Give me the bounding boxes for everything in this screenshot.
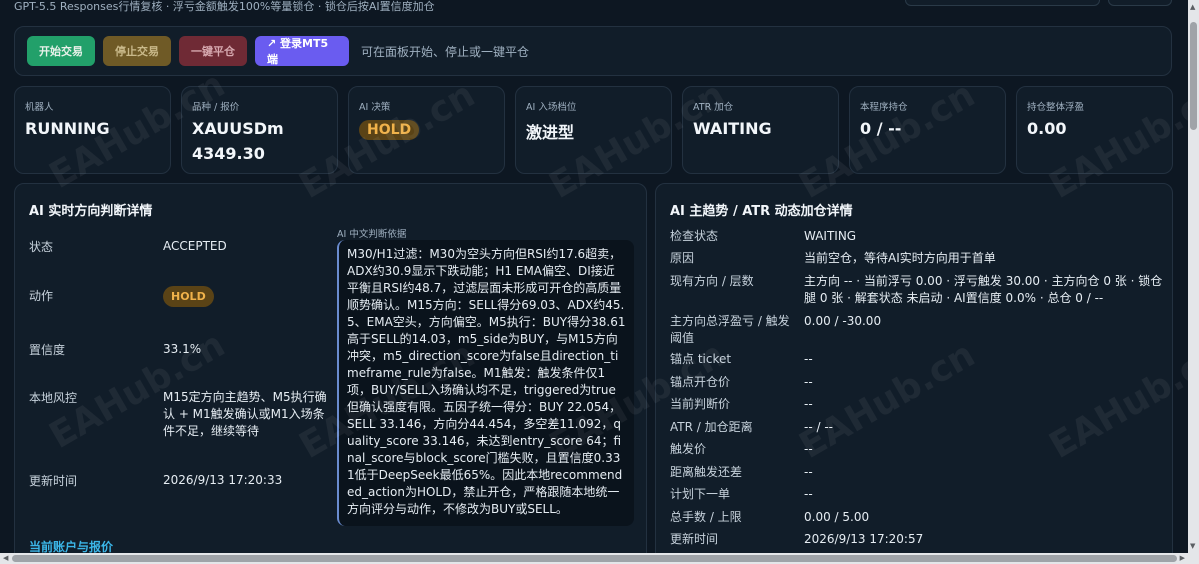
hold-badge: HOLD xyxy=(359,120,420,140)
login-mt5-button[interactable]: ↗ 登录MT5端 xyxy=(255,36,349,66)
row-label: 总手数 / 上限 xyxy=(670,510,742,524)
update-time-value: 2026/9/13 17:20:33 xyxy=(163,473,283,487)
stat-label: 本程序持仓 xyxy=(860,102,908,113)
horizontal-scrollbar[interactable]: ◀ ▶ xyxy=(0,553,1188,564)
scroll-down-icon[interactable]: ▼ xyxy=(1190,542,1195,550)
row-value: -- xyxy=(804,375,813,389)
close-all-button[interactable]: 一键平仓 xyxy=(179,36,247,66)
page-subtitle: GPT-5.5 Responses行情复核 · 浮亏金额触发100%等量锁仓 ·… xyxy=(14,0,435,13)
row-value: 0.00 / 5.00 xyxy=(804,510,870,524)
atr-trend-panel: AI 主趋势 / ATR 动态加仓详情 检查状态 WAITING 原因 当前空仓… xyxy=(655,183,1173,564)
header-control[interactable] xyxy=(905,0,1100,6)
stat-value: RUNNING xyxy=(25,119,110,138)
status-value: ACCEPTED xyxy=(163,239,227,253)
stat-label: AI 入场档位 xyxy=(526,102,577,113)
stat-label: 品种 / 报价 xyxy=(192,102,240,113)
row-value: 当前空仓，等待AI实时方向用于首单 xyxy=(804,251,996,265)
row-value: -- xyxy=(804,487,813,501)
stat-value: XAUUSDm xyxy=(192,119,284,138)
row-label: 计划下一单 xyxy=(670,487,731,501)
row-label: 更新时间 xyxy=(670,532,719,546)
ai-direction-panel: AI 实时方向判断详情 状态 ACCEPTED 动作 HOLD 置信度 33.1… xyxy=(14,183,647,564)
stat-card-positions: 本程序持仓 0 / -- xyxy=(849,86,1006,174)
header-control-2[interactable] xyxy=(1108,0,1172,6)
stat-card-symbol: 品种 / 报价 XAUUSDm 4349.30 xyxy=(181,86,338,174)
stat-card-robot: 机器人 RUNNING xyxy=(14,86,171,174)
row-value: WAITING xyxy=(804,229,857,243)
stat-label: ATR 加仓 xyxy=(693,102,734,113)
row-label: 触发价 xyxy=(670,442,707,456)
scrollbar-thumb[interactable] xyxy=(12,555,1177,562)
row-value: -- xyxy=(804,397,813,411)
stop-trading-button[interactable]: 停止交易 xyxy=(103,36,171,66)
stat-card-ai-decision: AI 决策 HOLD xyxy=(348,86,505,174)
row-value: -- / -- xyxy=(804,420,833,434)
row-value: 主方向 -- · 当前浮亏 0.00 · 浮亏触发 30.00 · 主方向仓 0… xyxy=(804,274,1163,305)
row-label: 主方向总浮盈亏 / 触发阈值 xyxy=(670,314,790,345)
ai-basis-label: AI 中文判断依据 xyxy=(337,229,407,240)
panel-title: AI 主趋势 / ATR 动态加仓详情 xyxy=(670,204,853,219)
row-label: 距离触发还差 xyxy=(670,465,743,479)
toolbar-hint: 可在面板开始、停止或一键平仓 xyxy=(361,44,530,59)
vertical-scrollbar[interactable]: ▲ ▼ xyxy=(1188,0,1199,564)
row-label: 检查状态 xyxy=(670,229,719,243)
scroll-up-icon[interactable]: ▲ xyxy=(1190,3,1195,11)
stat-value: WAITING xyxy=(693,119,772,138)
start-trading-button[interactable]: 开始交易 xyxy=(27,36,95,66)
local-risk-value: M15定方向主趋势、M5执行确认 + M1触发确认或M1入场条件不足，继续等待 xyxy=(163,390,327,438)
row-value: -- xyxy=(804,442,813,456)
stat-card-floating-pnl: 持仓整体浮盈 0.00 xyxy=(1016,86,1173,174)
scroll-left-icon[interactable]: ◀ xyxy=(3,554,8,562)
stat-value: 激进型 xyxy=(526,123,575,142)
scroll-right-icon[interactable]: ▶ xyxy=(1180,554,1185,562)
ai-basis-text: M30/H1过滤：M30为空头方向但RSI约17.6超卖，ADX约30.9显示下… xyxy=(337,240,634,526)
row-label: 动作 xyxy=(29,289,54,303)
row-label: 当前判断价 xyxy=(670,397,731,411)
stat-label: 持仓整体浮盈 xyxy=(1027,102,1085,113)
stat-card-entry-level: AI 入场档位 激进型 xyxy=(515,86,672,174)
row-label: 锚点开仓价 xyxy=(670,375,731,389)
stat-card-atr: ATR 加仓 WAITING xyxy=(682,86,839,174)
stat-label: 机器人 xyxy=(25,102,54,113)
stat-value: 0 / -- xyxy=(860,119,902,138)
row-value: -- xyxy=(804,465,813,479)
row-label: 锚点 ticket xyxy=(670,352,732,366)
confidence-value: 33.1% xyxy=(163,342,202,356)
toolbar: 开始交易 停止交易 一键平仓 ↗ 登录MT5端 可在面板开始、停止或一键平仓 xyxy=(14,26,1172,76)
scrollbar-thumb[interactable] xyxy=(1190,22,1197,130)
row-label: ATR / 加仓距离 xyxy=(670,420,753,434)
row-label: 状态 xyxy=(29,240,54,254)
row-label: 置信度 xyxy=(29,343,66,357)
panel-title: AI 实时方向判断详情 xyxy=(29,204,153,219)
row-label: 本地风控 xyxy=(29,391,78,405)
stat-label: AI 决策 xyxy=(359,102,391,113)
row-label: 更新时间 xyxy=(29,474,78,488)
row-value: 0.00 / -30.00 xyxy=(804,314,882,328)
row-label: 现有方向 / 层数 xyxy=(670,274,754,288)
row-value: -- xyxy=(804,352,813,366)
stat-price: 4349.30 xyxy=(192,144,265,163)
action-badge: HOLD xyxy=(163,286,214,307)
row-value: 2026/9/13 17:20:57 xyxy=(804,532,924,546)
row-label: 原因 xyxy=(670,251,695,265)
stat-value: 0.00 xyxy=(1027,119,1067,138)
